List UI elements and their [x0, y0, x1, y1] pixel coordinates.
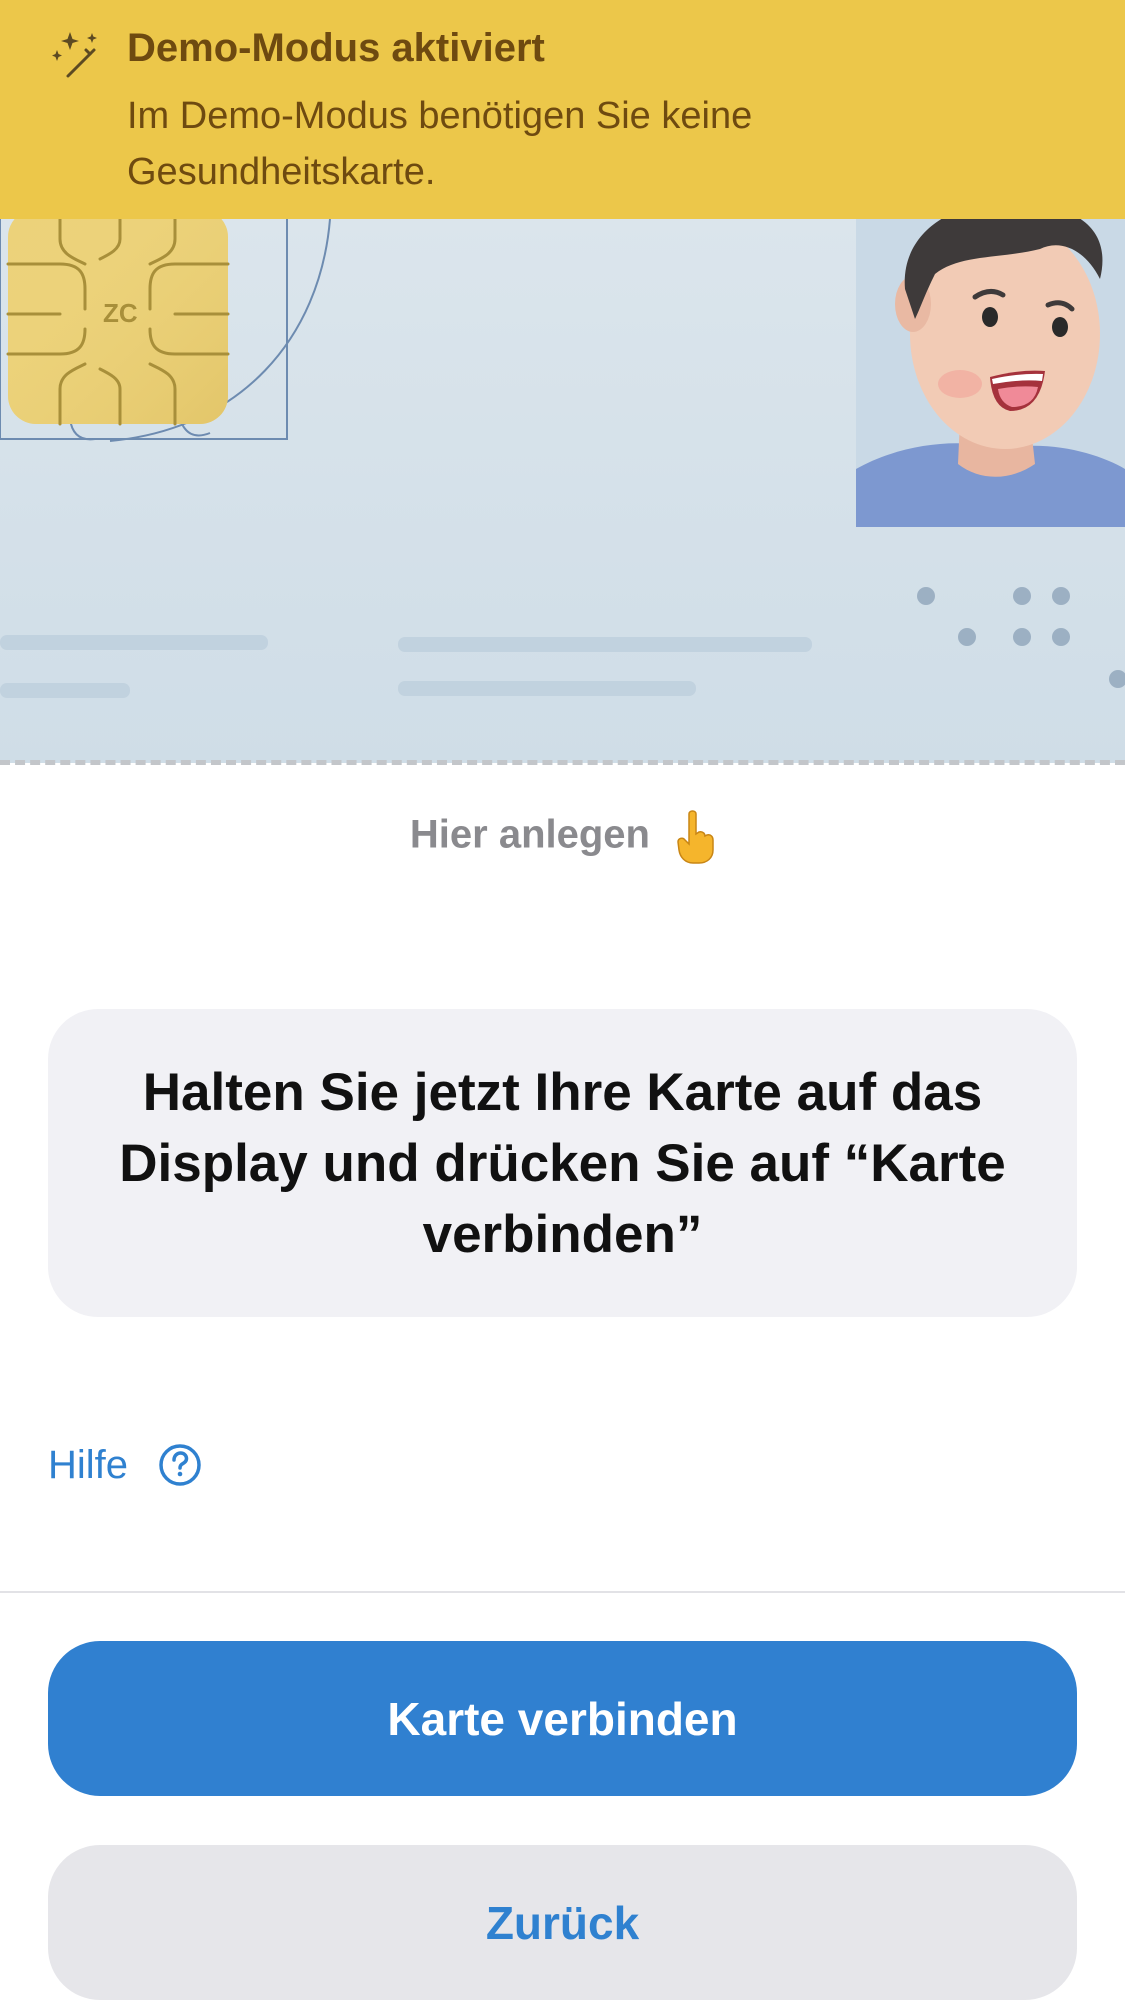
instruction-box: Halten Sie jetzt Ihre Karte auf das Disp… [48, 1009, 1077, 1317]
banner-title: Demo-Modus aktiviert [127, 26, 545, 70]
banner-text: Im Demo-Modus benötigen Sie keine Gesund… [127, 95, 753, 193]
card-text-lines [0, 635, 812, 698]
health-card-illustration: ZC [0, 219, 1125, 763]
instruction-text: Halten Sie jetzt Ihre Karte auf das Disp… [119, 1062, 1006, 1264]
connect-card-button[interactable]: Karte verbinden [48, 1641, 1077, 1796]
portrait-avatar-icon [856, 219, 1125, 527]
demo-mode-banner: Demo-Modus aktiviert Im Demo-Modus benöt… [0, 0, 1125, 219]
question-circle-icon [159, 1444, 201, 1486]
divider [0, 1591, 1125, 1593]
back-button[interactable]: Zurück [48, 1845, 1077, 2000]
card-edge-dashed-line [0, 760, 1125, 765]
braille-dots-icon [917, 587, 1125, 688]
help-label: Hilfe [48, 1442, 129, 1487]
place-card-hint: Hier anlegen [0, 810, 1125, 864]
pointing-hand-icon [677, 810, 714, 864]
magic-sparkles-icon [52, 32, 97, 78]
hint-label: Hier anlegen [409, 812, 650, 857]
chip-icon: ZC [6, 219, 230, 426]
help-link[interactable]: Hilfe [48, 1438, 202, 1492]
chip-mark: ZC [103, 298, 138, 328]
